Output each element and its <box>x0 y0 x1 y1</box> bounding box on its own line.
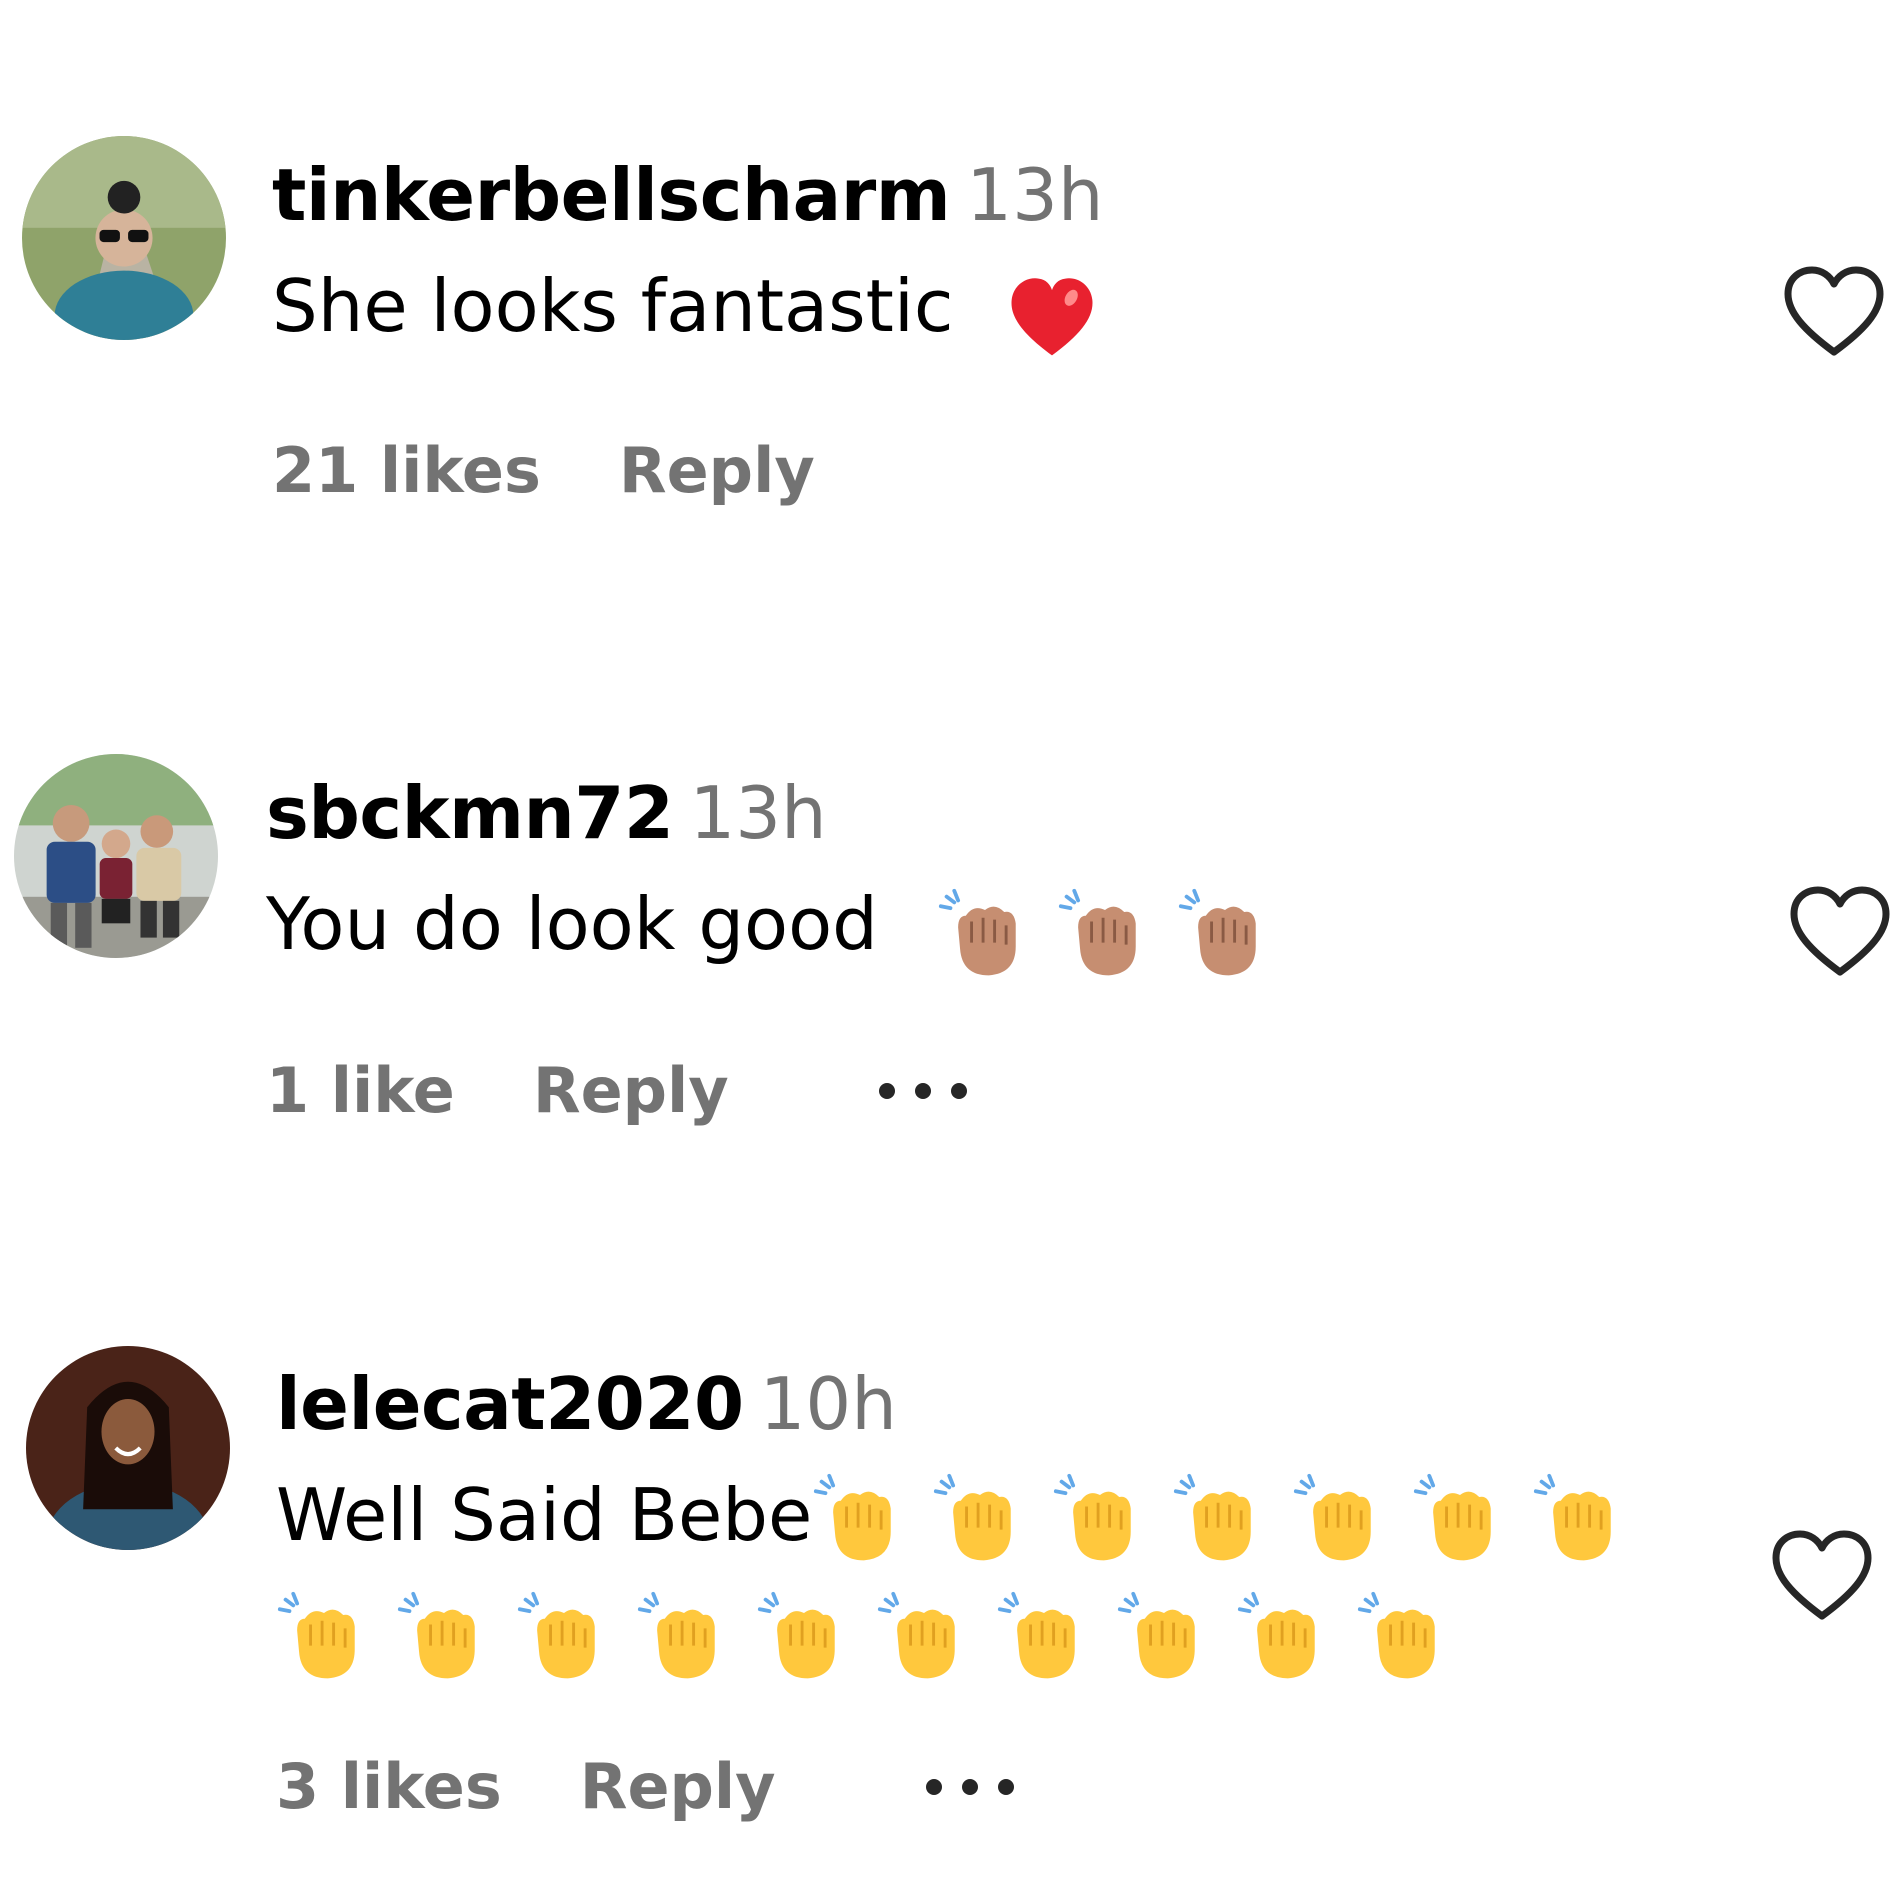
comment-username[interactable]: lelecat2020 <box>276 1362 744 1446</box>
clapping-hands-icon <box>1052 1472 1148 1568</box>
clapping-hands-icon <box>812 1472 908 1568</box>
like-count[interactable]: 21 likes <box>272 434 541 507</box>
emoji-row <box>937 870 1297 988</box>
heart-icon[interactable] <box>1770 1528 1874 1624</box>
clapping-hands-icon <box>396 1590 492 1686</box>
avatar-photo <box>22 136 226 340</box>
heart-icon[interactable] <box>1788 884 1892 980</box>
comment-username[interactable]: tinkerbellscharm <box>272 153 951 237</box>
clapping-hands-icon <box>1172 1472 1268 1568</box>
reply-button[interactable]: Reply <box>533 1054 729 1127</box>
more-options-icon[interactable] <box>878 1071 999 1111</box>
comment-text: She looks fantastic <box>272 247 1712 370</box>
clapping-hands-icon <box>1292 1472 1388 1568</box>
clapping-hands-icon <box>1116 1590 1212 1686</box>
clapping-hands-icon <box>1412 1472 1508 1568</box>
clapping-hands-icon <box>1177 887 1273 983</box>
avatar-photo <box>26 1346 230 1550</box>
reply-button[interactable]: Reply <box>619 434 815 507</box>
clapping-hands-icon <box>996 1590 1092 1686</box>
comment-username[interactable]: sbckmn72 <box>266 771 674 855</box>
clapping-hands-icon <box>636 1590 732 1686</box>
clapping-hands-icon <box>756 1590 852 1686</box>
reply-button[interactable]: Reply <box>580 1750 776 1823</box>
emoji-row <box>1004 252 1124 370</box>
clapping-hands-icon <box>516 1590 612 1686</box>
avatar[interactable] <box>14 754 218 958</box>
avatar[interactable] <box>22 136 226 340</box>
comment-time: 13h <box>966 153 1104 237</box>
like-count[interactable]: 1 like <box>266 1054 455 1127</box>
avatar[interactable] <box>26 1346 230 1550</box>
red-heart-icon <box>1004 269 1100 365</box>
clapping-hands-icon <box>1057 887 1153 983</box>
avatar-photo <box>14 754 218 958</box>
clapping-hands-icon <box>932 1472 1028 1568</box>
clapping-hands-icon <box>876 1590 972 1686</box>
comment-text: Well Said Bebe <box>276 1456 1716 1692</box>
comment-time: 10h <box>759 1362 897 1446</box>
like-count[interactable]: 3 likes <box>276 1750 502 1823</box>
clapping-hands-icon <box>1236 1590 1332 1686</box>
comment-time: 13h <box>689 771 827 855</box>
clapping-hands-icon <box>276 1590 372 1686</box>
clapping-hands-icon <box>1532 1472 1628 1568</box>
clapping-hands-icon <box>1356 1590 1452 1686</box>
heart-icon[interactable] <box>1782 264 1886 360</box>
more-options-icon[interactable] <box>925 1767 1046 1807</box>
clapping-hands-icon <box>937 887 1033 983</box>
comment-text: You do look good <box>266 865 1706 988</box>
